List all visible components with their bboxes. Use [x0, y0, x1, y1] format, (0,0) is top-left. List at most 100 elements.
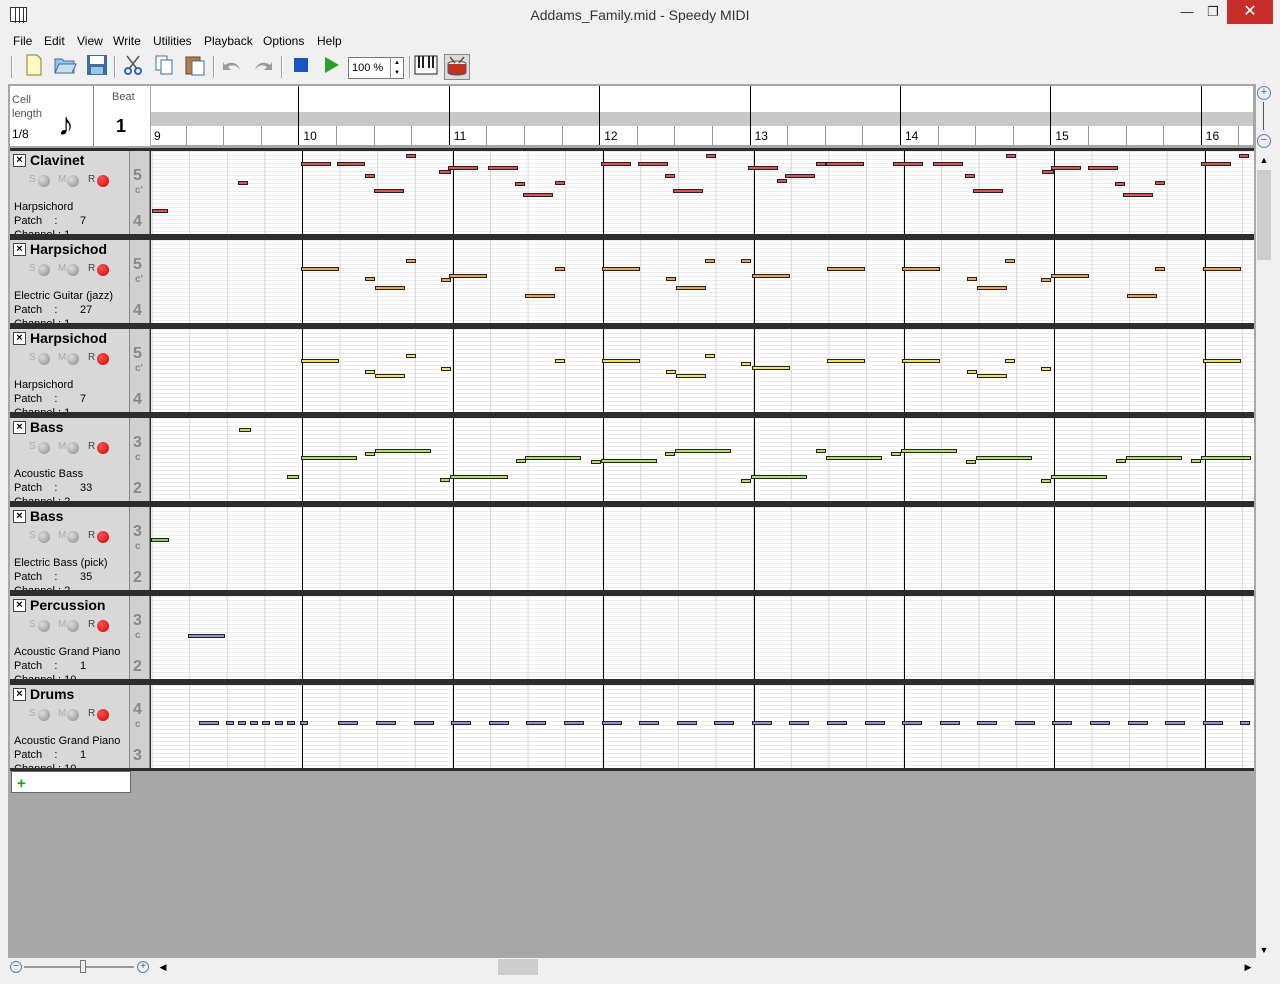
note[interactable] [977, 286, 1007, 290]
maximize-button[interactable]: ❐ [1200, 0, 1226, 24]
note[interactable] [827, 359, 865, 363]
close-button[interactable]: ✕ [1227, 0, 1273, 24]
track-header[interactable]: × Clavinet S M R Harpsichord Patch : 7 C… [10, 151, 130, 234]
note[interactable] [1052, 721, 1072, 725]
track-header[interactable]: × Percussion S M R Acoustic Grand Piano … [10, 596, 130, 679]
note[interactable] [639, 721, 659, 725]
note-grid[interactable] [151, 151, 1254, 234]
piano-keys[interactable]: 5 c' 4 [130, 151, 150, 234]
instrument-name[interactable]: Harpsichord [14, 379, 73, 391]
vertical-zoom-slider[interactable] [1263, 102, 1264, 130]
note[interactable] [601, 459, 657, 463]
zoom-input[interactable]: 100 % ▲ ▼ [348, 57, 404, 79]
note[interactable] [666, 370, 676, 374]
note[interactable] [666, 277, 676, 281]
horizontal-zoom-slider[interactable] [24, 966, 134, 968]
note[interactable] [967, 277, 977, 281]
note[interactable] [638, 162, 668, 166]
note[interactable] [1155, 181, 1165, 185]
note[interactable] [1041, 278, 1051, 282]
note[interactable] [827, 721, 847, 725]
note[interactable] [226, 721, 234, 725]
solo-button[interactable] [38, 620, 50, 632]
remove-track-icon[interactable]: × [13, 421, 26, 434]
add-track-button[interactable]: + [11, 771, 131, 793]
note[interactable] [301, 267, 339, 271]
remove-track-icon[interactable]: × [13, 332, 26, 345]
note[interactable] [965, 174, 975, 178]
note[interactable] [827, 267, 865, 271]
minimize-button[interactable]: — [1174, 0, 1200, 24]
note[interactable] [1239, 154, 1249, 158]
note[interactable] [933, 162, 963, 166]
note[interactable] [1090, 721, 1110, 725]
stop-icon[interactable] [288, 54, 314, 80]
note[interactable] [705, 354, 715, 358]
note[interactable] [741, 362, 751, 366]
menu-view[interactable]: View [77, 34, 103, 48]
vertical-scrollbar[interactable]: + − ▲ ▼ [1256, 84, 1272, 960]
note[interactable] [973, 189, 1003, 193]
save-icon[interactable] [84, 54, 110, 80]
remove-track-icon[interactable]: × [13, 688, 26, 701]
track-name[interactable]: Drums [30, 686, 74, 702]
note[interactable] [891, 452, 901, 456]
note[interactable] [239, 428, 251, 432]
note[interactable] [752, 366, 790, 370]
note[interactable] [977, 374, 1007, 378]
note[interactable] [525, 294, 555, 298]
note[interactable] [977, 721, 997, 725]
note[interactable] [287, 475, 299, 479]
note[interactable] [376, 721, 396, 725]
note[interactable] [902, 721, 922, 725]
piano-keys[interactable]: 3 c 2 [130, 507, 150, 590]
horizontal-scroll-thumb[interactable] [498, 959, 538, 975]
note[interactable] [706, 154, 716, 158]
note[interactable] [1155, 267, 1165, 271]
play-icon[interactable] [318, 54, 344, 80]
instrument-name[interactable]: Electric Bass (pick) [14, 557, 108, 569]
note[interactable] [188, 634, 225, 638]
note[interactable] [365, 174, 375, 178]
note[interactable] [676, 374, 706, 378]
note[interactable] [365, 277, 375, 281]
cut-icon[interactable] [120, 54, 146, 80]
note[interactable] [1116, 459, 1126, 463]
note[interactable] [675, 449, 731, 453]
mute-button[interactable] [67, 620, 79, 632]
zoom-out-icon[interactable]: − [1257, 134, 1271, 148]
note[interactable] [406, 154, 416, 158]
note[interactable] [1041, 479, 1051, 483]
note[interactable] [1115, 182, 1125, 186]
note[interactable] [966, 460, 976, 464]
note[interactable] [676, 286, 706, 290]
note[interactable] [441, 278, 451, 282]
track-header[interactable]: × Drums S M R Acoustic Grand Piano Patch… [10, 685, 130, 768]
note[interactable] [275, 721, 283, 725]
note[interactable] [751, 475, 807, 479]
note[interactable] [406, 354, 416, 358]
note[interactable] [406, 259, 416, 263]
note[interactable] [665, 452, 675, 456]
remove-track-icon[interactable]: × [13, 154, 26, 167]
horizontal-zoom-out-icon[interactable]: − [10, 961, 22, 973]
note[interactable] [1201, 456, 1251, 460]
note[interactable] [902, 267, 940, 271]
scroll-right-arrow[interactable]: ▶ [1240, 958, 1256, 976]
note-grid[interactable] [151, 685, 1254, 768]
mute-button[interactable] [67, 353, 79, 365]
note[interactable] [1015, 721, 1035, 725]
note[interactable] [1240, 721, 1250, 725]
menu-edit[interactable]: Edit [44, 34, 65, 48]
record-button[interactable] [97, 531, 109, 543]
note[interactable] [375, 374, 405, 378]
note[interactable] [564, 721, 584, 725]
piano-icon[interactable] [413, 54, 439, 80]
note-grid[interactable] [151, 240, 1254, 323]
record-button[interactable] [97, 353, 109, 365]
note[interactable] [591, 460, 601, 464]
note[interactable] [967, 370, 977, 374]
note[interactable] [601, 162, 631, 166]
record-button[interactable] [97, 620, 109, 632]
note[interactable] [705, 259, 715, 263]
